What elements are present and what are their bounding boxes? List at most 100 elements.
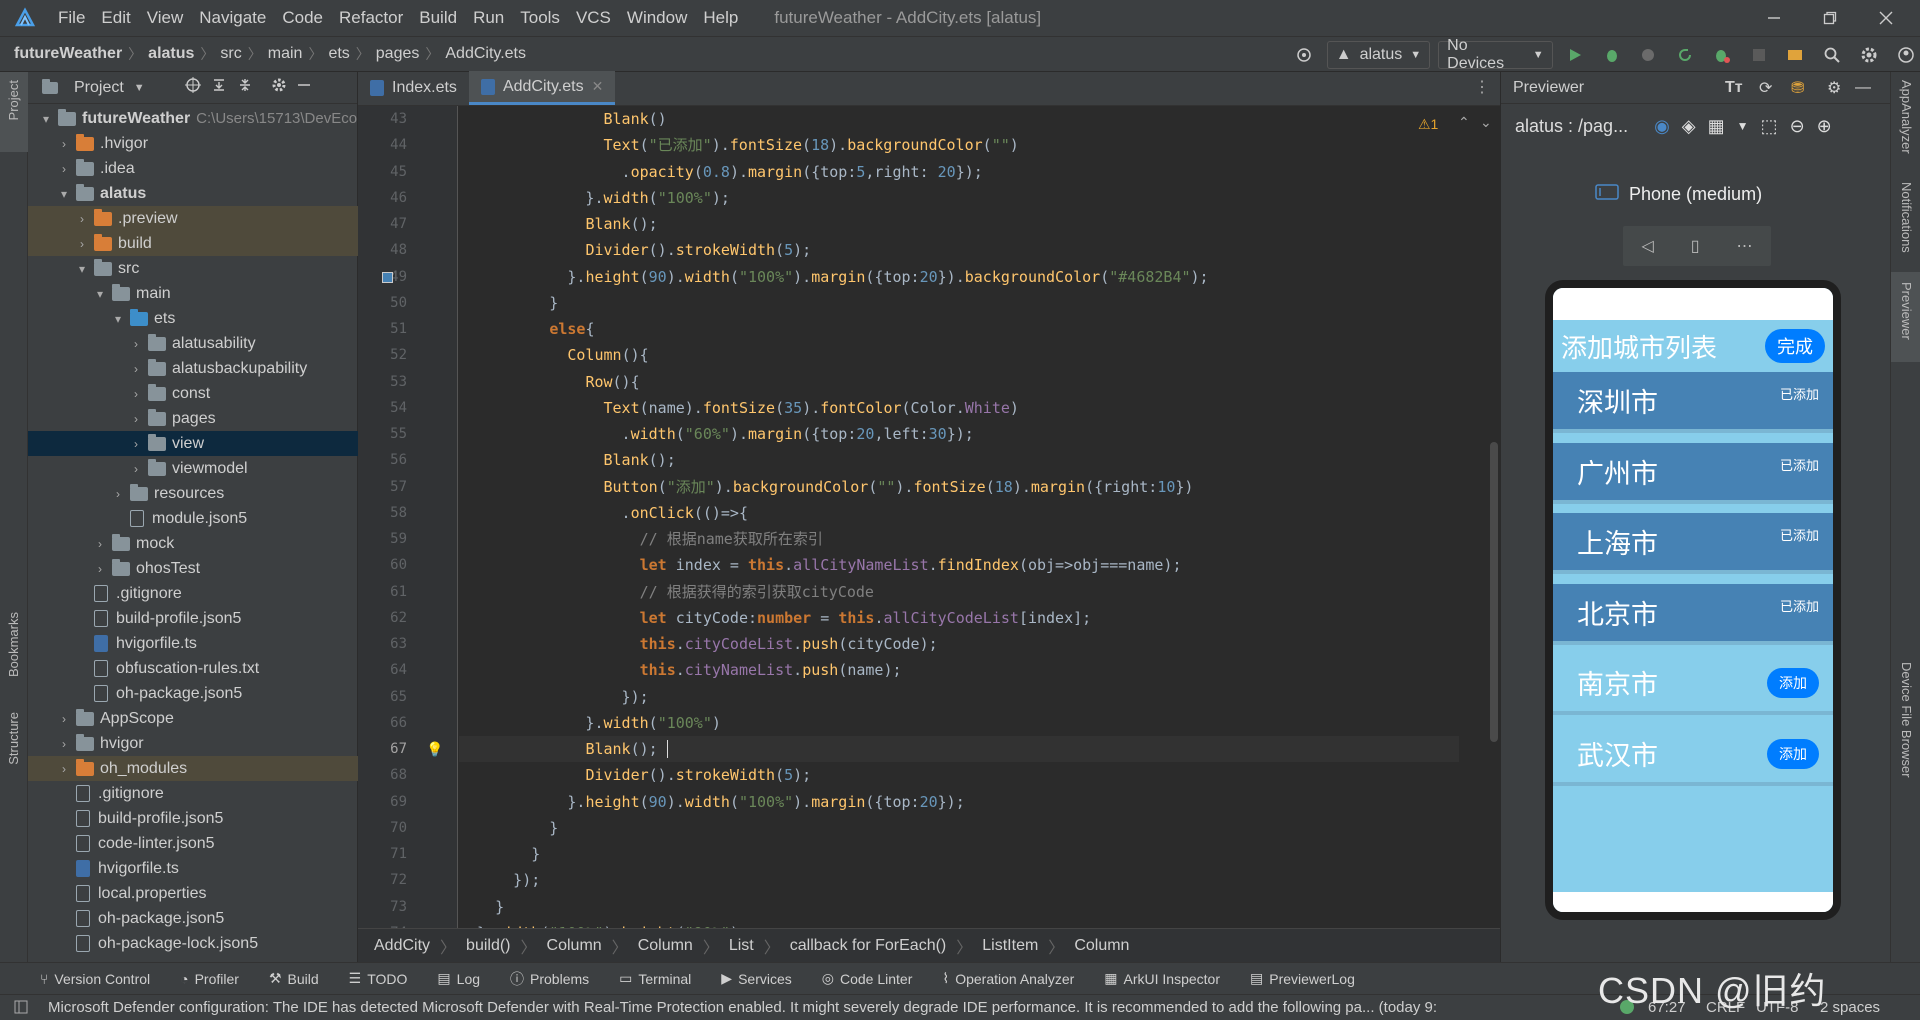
tree-file[interactable]: obfuscation-rules.txt	[28, 656, 358, 681]
hide-panel-icon[interactable]	[297, 78, 311, 97]
code-line[interactable]: Divider().strokeWidth(5);	[459, 762, 1459, 788]
bottom-tool-log[interactable]: ▤ Log	[437, 970, 480, 987]
menu-item-navigate[interactable]: Navigate	[199, 8, 266, 28]
tree-folder[interactable]: › mock	[28, 531, 358, 556]
bottom-tool-operation-analyzer[interactable]: ⌇ Operation Analyzer	[942, 970, 1074, 987]
chevron-right-icon[interactable]: ›	[128, 462, 144, 476]
tree-folder[interactable]: › ohosTest	[28, 556, 358, 581]
attach-debugger-icon[interactable]	[1708, 40, 1737, 70]
account-icon[interactable]	[1891, 40, 1920, 70]
tree-file[interactable]: local.properties	[28, 881, 358, 906]
code-breadcrumb-item[interactable]: Column	[1074, 937, 1129, 955]
menu-item-window[interactable]: Window	[627, 8, 687, 28]
menu-item-edit[interactable]: Edit	[101, 8, 130, 28]
notifications-tool-button[interactable]: Notifications	[1899, 182, 1914, 253]
tree-folder[interactable]: › oh_modules	[28, 756, 358, 781]
layers-icon[interactable]: ◈	[1682, 116, 1696, 137]
bottom-tool-profiler[interactable]: ◔ Profiler	[180, 971, 239, 987]
close-icon[interactable]	[1858, 0, 1914, 36]
next-highlight-icon[interactable]: ⌄	[1480, 114, 1492, 131]
project-tool-button[interactable]: Project	[0, 72, 28, 152]
code-line[interactable]: }.width("100%")	[459, 710, 1459, 736]
chevron-right-icon[interactable]: ›	[128, 387, 144, 401]
chevron-down-icon[interactable]: ▾	[110, 312, 126, 326]
breadcrumb-module[interactable]: alatus	[148, 45, 194, 63]
code-line[interactable]: this.cityCodeList.push(cityCode);	[459, 631, 1459, 657]
back-icon[interactable]: ◁	[1641, 236, 1653, 256]
menu-item-view[interactable]: View	[147, 8, 184, 28]
code-line[interactable]: }	[459, 841, 1459, 867]
chevron-down-icon[interactable]: ▾	[38, 112, 54, 126]
code-line[interactable]: .onClick(()=>{	[459, 500, 1459, 526]
code-line[interactable]: .width("60%").margin({top:20,left:30});	[459, 421, 1459, 447]
tree-folder[interactable]: › alatusability	[28, 331, 358, 356]
code-line[interactable]: Text("已添加").fontSize(18).backgroundColor…	[459, 132, 1459, 158]
city-list-item[interactable]: 武汉市 添加	[1553, 725, 1833, 782]
breadcrumb-project[interactable]: futureWeather	[14, 45, 122, 63]
tree-folder[interactable]: › pages	[28, 406, 358, 431]
code-line[interactable]: }	[459, 290, 1459, 316]
locate-icon[interactable]	[184, 77, 201, 98]
bottom-tool-code-linter[interactable]: ◎ Code Linter	[822, 970, 913, 987]
breadcrumb-src[interactable]: src	[220, 45, 241, 63]
app-logo-icon[interactable]	[10, 3, 40, 33]
bottom-tool-arkui-inspector[interactable]: ▦ ArkUI Inspector	[1104, 970, 1220, 987]
bottom-tool-problems[interactable]: ⓘ Problems	[510, 969, 589, 989]
tree-folder[interactable]: › .idea	[28, 156, 358, 181]
breadcrumb-file[interactable]: AddCity.ets	[445, 45, 526, 63]
gear-icon[interactable]	[271, 77, 287, 98]
code-breadcrumb-item[interactable]: AddCity	[374, 937, 430, 955]
code-line[interactable]: }.width("100%");	[459, 185, 1459, 211]
chevron-down-icon[interactable]: ▾	[92, 287, 108, 301]
chevron-right-icon[interactable]: ›	[128, 412, 144, 426]
previewer-page-label[interactable]: alatus : /pag...	[1515, 116, 1628, 137]
tree-file[interactable]: hvigorfile.ts	[28, 631, 358, 656]
tree-folder[interactable]: › .hvigor	[28, 131, 358, 156]
minimize-icon[interactable]	[1746, 0, 1802, 36]
lightbulb-icon[interactable]: 💡	[426, 741, 443, 758]
editor-scrollbar[interactable]	[1490, 442, 1498, 742]
code-line[interactable]: }	[459, 894, 1459, 920]
code-breadcrumb-item[interactable]: List	[729, 937, 754, 955]
expand-all-icon[interactable]	[211, 77, 227, 98]
code-line[interactable]: let cityCode:number = this.allCityCodeLi…	[459, 605, 1459, 631]
code-line[interactable]: Column(){	[459, 342, 1459, 368]
add-city-button[interactable]: 添加	[1767, 667, 1819, 698]
chevron-down-icon[interactable]: ▼	[1737, 119, 1749, 133]
font-size-icon[interactable]: Tт	[1725, 79, 1743, 97]
code-line[interactable]: }.width("100%").height("90%");	[459, 920, 1459, 928]
rotate-icon[interactable]: ▯	[1691, 236, 1700, 256]
search-icon[interactable]	[1818, 40, 1847, 70]
inspector-icon[interactable]: ⛃	[1791, 78, 1804, 98]
debug-icon[interactable]	[1597, 40, 1626, 70]
chevron-right-icon[interactable]: ›	[92, 537, 108, 551]
chevron-right-icon[interactable]: ›	[56, 712, 72, 726]
structure-tool-button[interactable]: Structure	[6, 712, 21, 765]
chevron-right-icon[interactable]: ›	[110, 487, 126, 501]
code-line[interactable]: Button("添加").backgroundColor("").fontSiz…	[459, 474, 1459, 500]
tree-folder[interactable]: ▾ src	[28, 256, 358, 281]
code-line[interactable]: });	[459, 684, 1459, 710]
bottom-tool-version-control[interactable]: ⑂ Version Control	[40, 971, 150, 987]
code-line[interactable]: // 根据获得的索引获取cityCode	[459, 579, 1459, 605]
chevron-right-icon[interactable]: ›	[128, 437, 144, 451]
close-tab-icon[interactable]: ✕	[592, 78, 604, 95]
chevron-right-icon[interactable]: ›	[74, 237, 90, 251]
chevron-right-icon[interactable]: ›	[92, 562, 108, 576]
tree-folder[interactable]: › AppScope	[28, 706, 358, 731]
device-file-browser-tool-button[interactable]: Device File Browser	[1899, 662, 1914, 778]
tree-folder[interactable]: › build	[28, 231, 358, 256]
appanalyzer-tool-button[interactable]: AppAnalyzer	[1899, 80, 1914, 154]
code-line[interactable]: Blank();	[459, 447, 1459, 473]
run-icon[interactable]	[1561, 40, 1590, 70]
warning-indicator[interactable]: ⚠1	[1418, 116, 1438, 133]
bottom-tool-terminal[interactable]: ▭ Terminal	[619, 970, 691, 987]
code-breadcrumb-item[interactable]: ListItem	[982, 937, 1038, 955]
tree-folder[interactable]: › view	[28, 431, 358, 456]
chevron-down-icon[interactable]: ▾	[74, 262, 90, 276]
tab-index-ets[interactable]: Index.ets	[358, 71, 469, 105]
tree-folder[interactable]: › viewmodel	[28, 456, 358, 481]
bookmarks-tool-button[interactable]: Bookmarks	[6, 612, 21, 677]
gear-icon[interactable]: ⚙	[1827, 78, 1841, 98]
bottom-tool-build[interactable]: ⚒ Build	[269, 970, 319, 987]
